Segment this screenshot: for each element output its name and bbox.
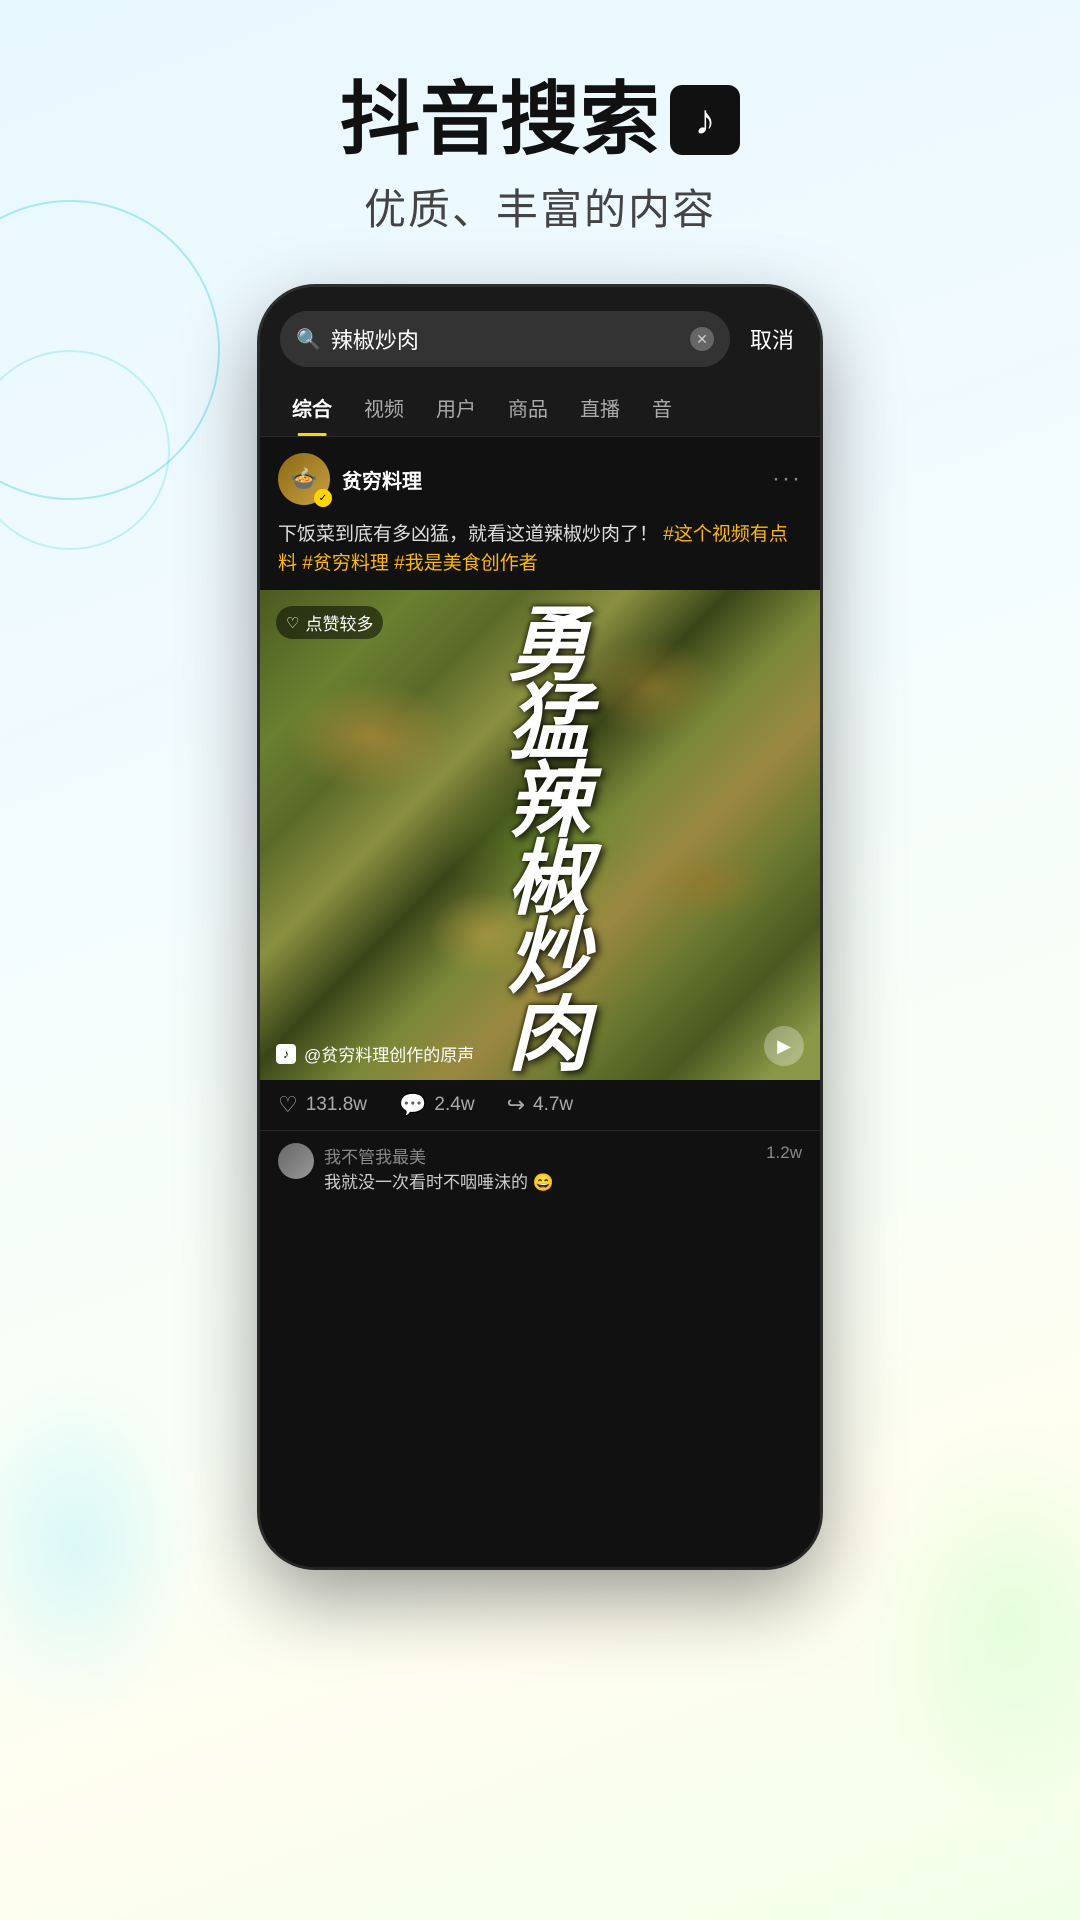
author-info: 🍲 ✓ 贫穷料理: [278, 453, 422, 505]
share-count: 4.7w: [533, 1094, 573, 1116]
clear-icon-symbol: ✕: [696, 331, 708, 348]
phone-container: 🔍 辣椒炒肉 ✕ 取消 综合 视频 用户: [0, 287, 1080, 1567]
play-button[interactable]: ▶: [764, 1026, 804, 1066]
comment-row-1: 我不管我最美 我就没一次看时不咽唾沫的 😄 1.2w: [278, 1143, 802, 1193]
author-avatar-wrap: 🍲 ✓: [278, 453, 330, 505]
comment-icon: 💬: [399, 1092, 426, 1118]
author-name[interactable]: 贫穷料理: [342, 465, 422, 494]
video-text-overlay: 勇猛辣椒炒肉: [260, 590, 820, 1080]
search-icon: 🔍: [296, 327, 321, 352]
comment-button[interactable]: 💬 2.4w: [399, 1092, 475, 1118]
comment-content: 我不管我最美 我就没一次看时不咽唾沫的 😄: [324, 1143, 756, 1193]
sound-info-bar[interactable]: ♪ @贫穷料理创作的原声: [276, 1041, 474, 1066]
sound-text: @贫穷料理创作的原声: [304, 1041, 474, 1066]
hashtag-2[interactable]: #贫穷料理: [302, 553, 389, 574]
video-popular-badge: ♡ 点赞较多: [276, 606, 383, 639]
tab-商品[interactable]: 商品: [492, 379, 564, 436]
tab-综合[interactable]: 综合: [276, 379, 348, 436]
search-query-text: 辣椒炒肉: [331, 323, 680, 355]
tab-视频[interactable]: 视频: [348, 379, 420, 436]
video-thumbnail[interactable]: 勇猛辣椒炒肉 ♡ 点赞较多 ♪ @贫穷料理创作的原声 ▶: [260, 590, 820, 1080]
search-tabs: 综合 视频 用户 商品 直播 音: [260, 379, 820, 437]
post-header: 🍲 ✓ 贫穷料理 ···: [260, 437, 820, 521]
like-icon: ♡: [278, 1092, 298, 1118]
more-options-icon[interactable]: ···: [772, 465, 802, 493]
share-button[interactable]: ↪ 4.7w: [507, 1092, 574, 1118]
interaction-bar: ♡ 131.8w 💬 2.4w ↪ 4.7w: [260, 1080, 820, 1131]
commenter-avatar: [278, 1143, 314, 1179]
caption-main-text: 下饭菜到底有多凶猛，就看这道辣椒炒肉了！: [278, 524, 658, 545]
comment-count: 2.4w: [434, 1094, 474, 1116]
video-title-text: 勇猛辣椒炒肉: [485, 591, 595, 1079]
badge-text: 点赞较多: [305, 610, 373, 635]
search-bar-area: 🔍 辣椒炒肉 ✕ 取消: [260, 287, 820, 379]
heart-icon: ♡: [286, 614, 299, 632]
comment-text: 我就没一次看时不咽唾沫的 😄: [324, 1168, 756, 1193]
main-title-container: 抖音搜索: [0, 80, 1080, 160]
post-caption: 下饭菜到底有多凶猛，就看这道辣椒炒肉了！ #这个视频有点料 #贫穷料理 #我是美…: [260, 521, 820, 590]
hashtag-3[interactable]: #我是美食创作者: [394, 553, 538, 574]
search-input-wrap[interactable]: 🔍 辣椒炒肉 ✕: [280, 311, 730, 367]
tiktok-icon: [670, 85, 740, 155]
commenter-name[interactable]: 我不管我最美: [324, 1143, 756, 1168]
tiktok-small-icon: ♪: [276, 1044, 296, 1064]
share-icon: ↪: [507, 1092, 525, 1118]
header-area: 抖音搜索 优质、丰富的内容: [0, 0, 1080, 277]
subtitle-text: 优质、丰富的内容: [0, 176, 1080, 237]
tab-音[interactable]: 音: [636, 379, 688, 436]
play-icon: ▶: [777, 1036, 791, 1057]
cancel-search-button[interactable]: 取消: [744, 319, 800, 359]
phone-inner: 🔍 辣椒炒肉 ✕ 取消 综合 视频 用户: [260, 287, 820, 1567]
comment-like-count: 1.2w: [766, 1143, 802, 1163]
comment-preview-area: 我不管我最美 我就没一次看时不咽唾沫的 😄 1.2w: [260, 1131, 820, 1205]
like-count: 131.8w: [306, 1094, 367, 1116]
app-title-text: 抖音搜索: [340, 80, 660, 160]
avatar-icon: 🍲: [290, 466, 317, 492]
verified-badge: ✓: [314, 489, 332, 507]
tab-用户[interactable]: 用户: [420, 379, 492, 436]
tab-直播[interactable]: 直播: [564, 379, 636, 436]
like-button[interactable]: ♡ 131.8w: [278, 1092, 367, 1118]
content-area: 🍲 ✓ 贫穷料理 ··· 下饭菜到底有多凶猛，就看这道辣椒炒肉了！ #这个视频有…: [260, 437, 820, 1567]
clear-search-button[interactable]: ✕: [690, 327, 714, 351]
phone-mockup: 🔍 辣椒炒肉 ✕ 取消 综合 视频 用户: [260, 287, 820, 1567]
